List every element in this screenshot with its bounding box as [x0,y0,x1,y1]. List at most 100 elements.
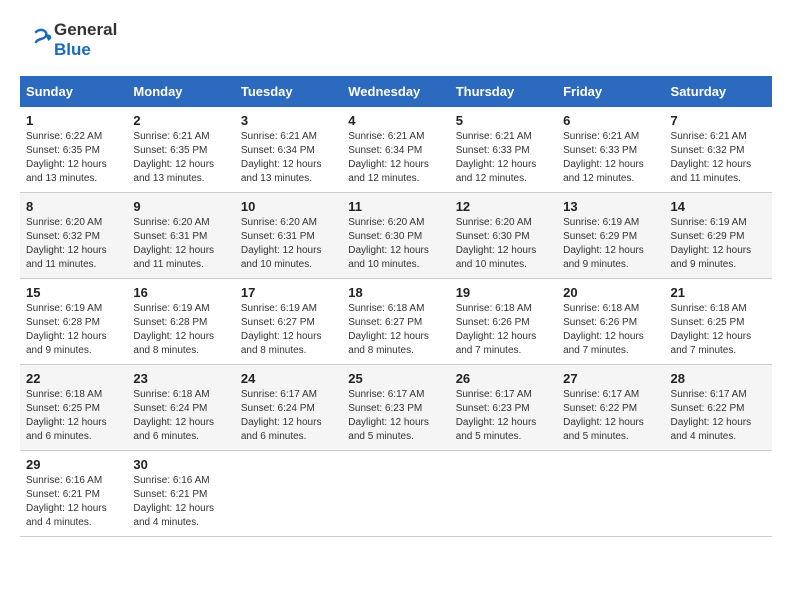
header-sunday: Sunday [20,76,127,107]
day-info: Sunrise: 6:17 AMSunset: 6:23 PMDaylight:… [456,388,551,444]
week-row-4: 22 Sunrise: 6:18 AMSunset: 6:25 PMDayligh… [20,365,772,451]
logo-bird-icon [20,24,52,56]
header-saturday: Saturday [665,76,772,107]
calendar-cell [235,451,342,537]
calendar-cell: 8 Sunrise: 6:20 AMSunset: 6:32 PMDaylight… [20,193,127,279]
calendar-cell: 30 Sunrise: 6:16 AMSunset: 6:21 PMDayligh… [127,451,234,537]
day-number: 11 [348,199,443,214]
day-number: 4 [348,113,443,128]
day-number: 14 [671,199,766,214]
day-number: 19 [456,285,551,300]
day-number: 24 [241,371,336,386]
calendar-cell: 22 Sunrise: 6:18 AMSunset: 6:25 PMDayligh… [20,365,127,451]
calendar-cell: 10 Sunrise: 6:20 AMSunset: 6:31 PMDayligh… [235,193,342,279]
day-number: 7 [671,113,766,128]
day-info: Sunrise: 6:20 AMSunset: 6:30 PMDaylight:… [456,216,551,272]
calendar-cell: 28Sunrise: 6:17 AMSunset: 6:22 PMDayligh… [665,365,772,451]
day-number: 16 [133,285,228,300]
day-info: Sunrise: 6:19 AMSunset: 6:29 PMDaylight:… [671,216,766,272]
week-row-3: 15 Sunrise: 6:19 AMSunset: 6:28 PMDayligh… [20,279,772,365]
day-info: Sunrise: 6:18 AMSunset: 6:25 PMDaylight:… [671,302,766,358]
calendar-cell: 20 Sunrise: 6:18 AMSunset: 6:26 PMDayligh… [557,279,664,365]
calendar-cell: 19 Sunrise: 6:18 AMSunset: 6:26 PMDayligh… [450,279,557,365]
day-info: Sunrise: 6:19 AMSunset: 6:28 PMDaylight:… [26,302,121,358]
day-number: 13 [563,199,658,214]
day-number: 6 [563,113,658,128]
day-info: Sunrise: 6:21 AMSunset: 6:32 PMDaylight:… [671,130,766,186]
calendar-table: SundayMondayTuesdayWednesdayThursdayFrid… [20,76,772,537]
day-info: Sunrise: 6:18 AMSunset: 6:26 PMDaylight:… [456,302,551,358]
week-row-5: 29Sunrise: 6:16 AMSunset: 6:21 PMDayligh… [20,451,772,537]
day-info: Sunrise: 6:20 AMSunset: 6:31 PMDaylight:… [241,216,336,272]
day-number: 30 [133,457,228,472]
calendar-cell: 12 Sunrise: 6:20 AMSunset: 6:30 PMDayligh… [450,193,557,279]
day-info: Sunrise: 6:16 AMSunset: 6:21 PMDaylight:… [26,474,121,530]
header-friday: Friday [557,76,664,107]
day-number: 17 [241,285,336,300]
calendar-cell: 17 Sunrise: 6:19 AMSunset: 6:27 PMDayligh… [235,279,342,365]
calendar-cell: 9 Sunrise: 6:20 AMSunset: 6:31 PMDaylight… [127,193,234,279]
day-number: 5 [456,113,551,128]
day-number: 25 [348,371,443,386]
calendar-cell [557,451,664,537]
calendar-cell: 7 Sunrise: 6:21 AMSunset: 6:32 PMDaylight… [665,107,772,193]
day-info: Sunrise: 6:21 AMSunset: 6:33 PMDaylight:… [456,130,551,186]
day-number: 12 [456,199,551,214]
calendar-cell: 21Sunrise: 6:18 AMSunset: 6:25 PMDayligh… [665,279,772,365]
day-info: Sunrise: 6:17 AMSunset: 6:23 PMDaylight:… [348,388,443,444]
day-info: Sunrise: 6:21 AMSunset: 6:34 PMDaylight:… [348,130,443,186]
calendar-cell: 15 Sunrise: 6:19 AMSunset: 6:28 PMDayligh… [20,279,127,365]
calendar-cell [342,451,449,537]
day-info: Sunrise: 6:18 AMSunset: 6:25 PMDaylight:… [26,388,121,444]
day-number: 3 [241,113,336,128]
logo-svg-container: General Blue [20,20,117,60]
day-info: Sunrise: 6:21 AMSunset: 6:35 PMDaylight:… [133,130,228,186]
logo-general-text: General [54,20,117,39]
day-info: Sunrise: 6:22 AMSunset: 6:35 PMDaylight:… [26,130,121,186]
calendar-cell: 13 Sunrise: 6:19 AMSunset: 6:29 PMDayligh… [557,193,664,279]
day-info: Sunrise: 6:21 AMSunset: 6:33 PMDaylight:… [563,130,658,186]
week-row-1: 1 Sunrise: 6:22 AMSunset: 6:35 PMDaylight… [20,107,772,193]
calendar-cell: 6 Sunrise: 6:21 AMSunset: 6:33 PMDaylight… [557,107,664,193]
header-wednesday: Wednesday [342,76,449,107]
calendar-cell: 11 Sunrise: 6:20 AMSunset: 6:30 PMDayligh… [342,193,449,279]
calendar-cell: 23Sunrise: 6:18 AMSunset: 6:24 PMDayligh… [127,365,234,451]
day-info: Sunrise: 6:19 AMSunset: 6:27 PMDaylight:… [241,302,336,358]
logo-blue-text: Blue [54,40,91,59]
day-info: Sunrise: 6:16 AMSunset: 6:21 PMDaylight:… [133,474,228,530]
day-number: 27 [563,371,658,386]
day-info: Sunrise: 6:20 AMSunset: 6:31 PMDaylight:… [133,216,228,272]
header: General Blue [20,20,772,60]
calendar-cell [450,451,557,537]
calendar-cell: 2 Sunrise: 6:21 AMSunset: 6:35 PMDaylight… [127,107,234,193]
calendar-cell: 5 Sunrise: 6:21 AMSunset: 6:33 PMDaylight… [450,107,557,193]
day-info: Sunrise: 6:20 AMSunset: 6:32 PMDaylight:… [26,216,121,272]
day-info: Sunrise: 6:18 AMSunset: 6:24 PMDaylight:… [133,388,228,444]
day-number: 22 [26,371,121,386]
calendar-cell [665,451,772,537]
day-number: 9 [133,199,228,214]
day-info: Sunrise: 6:21 AMSunset: 6:34 PMDaylight:… [241,130,336,186]
calendar-cell: 16 Sunrise: 6:19 AMSunset: 6:28 PMDayligh… [127,279,234,365]
day-info: Sunrise: 6:18 AMSunset: 6:27 PMDaylight:… [348,302,443,358]
calendar-cell: 18Sunrise: 6:18 AMSunset: 6:27 PMDayligh… [342,279,449,365]
day-info: Sunrise: 6:18 AMSunset: 6:26 PMDaylight:… [563,302,658,358]
day-number: 10 [241,199,336,214]
calendar-cell: 14 Sunrise: 6:19 AMSunset: 6:29 PMDayligh… [665,193,772,279]
day-number: 26 [456,371,551,386]
day-info: Sunrise: 6:19 AMSunset: 6:29 PMDaylight:… [563,216,658,272]
day-number: 15 [26,285,121,300]
calendar-cell: 24Sunrise: 6:17 AMSunset: 6:24 PMDayligh… [235,365,342,451]
day-number: 1 [26,113,121,128]
logo: General Blue [20,20,117,60]
day-number: 2 [133,113,228,128]
header-tuesday: Tuesday [235,76,342,107]
calendar-cell: 1 Sunrise: 6:22 AMSunset: 6:35 PMDaylight… [20,107,127,193]
day-info: Sunrise: 6:20 AMSunset: 6:30 PMDaylight:… [348,216,443,272]
calendar-cell: 29Sunrise: 6:16 AMSunset: 6:21 PMDayligh… [20,451,127,537]
day-number: 8 [26,199,121,214]
day-number: 20 [563,285,658,300]
day-info: Sunrise: 6:19 AMSunset: 6:28 PMDaylight:… [133,302,228,358]
calendar-cell: 26 Sunrise: 6:17 AMSunset: 6:23 PMDayligh… [450,365,557,451]
calendar-cell: 25 Sunrise: 6:17 AMSunset: 6:23 PMDayligh… [342,365,449,451]
